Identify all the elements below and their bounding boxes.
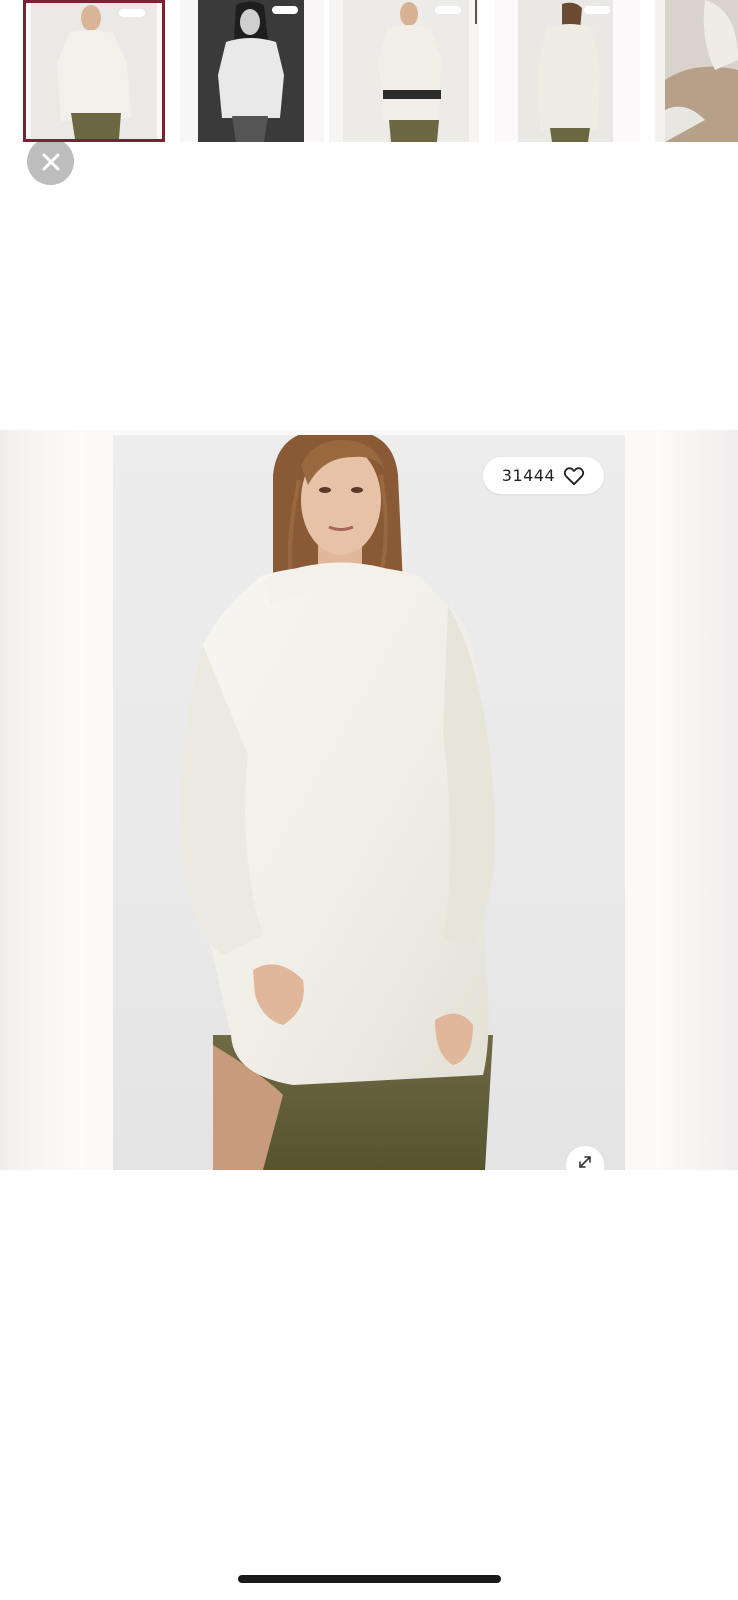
expand-diagonal-icon: [579, 1156, 591, 1168]
thumbnail-2-like-pill: [272, 6, 298, 14]
thumbnail-1-photo: [31, 3, 157, 139]
thumbnail-1-like-pill: [119, 9, 145, 17]
product-photo-main[interactable]: [113, 435, 625, 1170]
thumbnail-4-like-pill: [584, 6, 610, 14]
thumbnail-2-photo: [198, 0, 304, 142]
like-count: 31444: [501, 466, 556, 485]
previous-image-peek[interactable]: [0, 430, 84, 1170]
thumbnail-3-photo: [343, 0, 469, 142]
thumbnail-4[interactable]: [495, 0, 640, 142]
expand-button[interactable]: [566, 1146, 604, 1170]
close-icon: [42, 153, 59, 170]
thumbnail-1-selected[interactable]: [23, 0, 165, 142]
thumbnail-2[interactable]: [180, 0, 324, 142]
close-button[interactable]: [27, 138, 74, 185]
thumbnail-5[interactable]: [655, 0, 738, 142]
thumbnail-3-scroll-marker: [475, 0, 477, 24]
heart-outline-icon: [564, 466, 585, 485]
next-image-peek[interactable]: [656, 430, 738, 1170]
home-indicator[interactable]: [238, 1575, 501, 1583]
thumbnail-3-like-pill: [435, 6, 461, 14]
model-photo-illustration: [180, 435, 496, 1170]
like-button[interactable]: 31444: [483, 457, 604, 494]
thumbnail-4-photo: [518, 0, 613, 142]
thumbnail-5-photo: [665, 0, 738, 142]
thumbnail-3[interactable]: [329, 0, 479, 142]
